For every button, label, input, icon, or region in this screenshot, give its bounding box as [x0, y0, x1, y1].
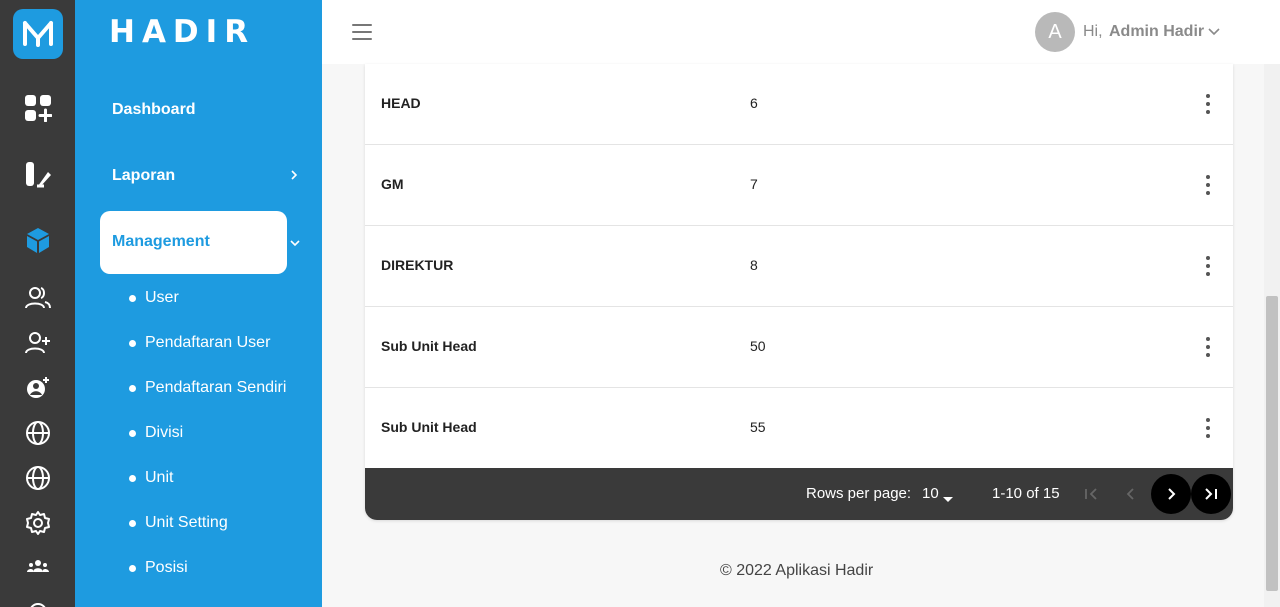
icon-rail	[0, 0, 75, 607]
table-row: Sub Unit Head 55	[365, 388, 1233, 469]
table-card: HEAD 6 GM 7 DIREKTUR 8 Sub Unit Head 50 …	[365, 64, 1233, 520]
hamburger-menu-icon[interactable]	[352, 24, 372, 40]
caret-down-icon[interactable]	[943, 490, 953, 507]
management-cube-icon[interactable]	[22, 224, 54, 256]
rows-per-page-label: Rows per page:	[806, 485, 912, 502]
bullet-icon	[129, 294, 136, 302]
more-vertical-icon[interactable]	[1197, 92, 1219, 116]
extra-icon[interactable]	[22, 596, 54, 607]
submenu-label: User	[145, 289, 179, 306]
menu-item-management[interactable]: Management	[100, 211, 287, 274]
user-circle-add-icon[interactable]	[22, 372, 54, 404]
bullet-icon	[129, 429, 136, 437]
gear-icon[interactable]	[22, 507, 54, 539]
menu-item-dashboard[interactable]: Dashboard	[112, 101, 196, 119]
cell-name: HEAD	[381, 95, 421, 111]
next-page-icon[interactable]	[1151, 474, 1191, 514]
brand-name: HADIR	[109, 14, 256, 50]
submenu-item-pendaftaran-sendiri[interactable]: Pendaftaran Sendiri	[129, 379, 286, 397]
chevron-down-icon[interactable]	[1207, 22, 1221, 44]
bullet-icon	[129, 519, 136, 527]
greeting-text: Hi,	[1083, 23, 1103, 40]
user-add-icon[interactable]	[22, 327, 54, 359]
submenu-label: Divisi	[145, 424, 184, 441]
user-name[interactable]: Admin Hadir	[1109, 23, 1204, 41]
submenu-label: Posisi	[145, 559, 188, 576]
last-page-icon[interactable]	[1191, 474, 1231, 514]
submenu-label: Pendaftaran User	[145, 334, 271, 351]
more-vertical-icon[interactable]	[1197, 416, 1219, 440]
globe-alt-icon[interactable]	[22, 462, 54, 494]
sidebar-menu: HADIR Dashboard Laporan Management User …	[75, 0, 322, 607]
submenu-label: Unit	[145, 469, 174, 486]
scrollbar-thumb[interactable]	[1266, 296, 1278, 591]
pagination-range: 1-10 of 15	[992, 485, 1060, 502]
cell-value: 55	[750, 419, 766, 435]
cell-name: Sub Unit Head	[381, 338, 477, 354]
submenu-item-unit[interactable]: Unit	[129, 469, 173, 487]
submenu-label: Pendaftaran Sendiri	[145, 379, 287, 396]
more-vertical-icon[interactable]	[1197, 173, 1219, 197]
cell-name: Sub Unit Head	[381, 419, 477, 435]
bullet-icon	[129, 339, 136, 347]
cell-value: 6	[750, 95, 758, 111]
submenu-item-divisi[interactable]: Divisi	[129, 424, 183, 442]
table-row: Sub Unit Head 50	[365, 307, 1233, 388]
rows-per-page-select[interactable]: 10	[922, 485, 939, 502]
submenu-item-user[interactable]: User	[129, 289, 179, 307]
menu-item-laporan[interactable]: Laporan	[112, 167, 175, 185]
pagination-bar: Rows per page: 10 1-10 of 15	[365, 468, 1233, 520]
cell-value: 50	[750, 338, 766, 354]
submenu-item-pendaftaran-user[interactable]: Pendaftaran User	[129, 334, 270, 352]
cell-value: 8	[750, 257, 758, 273]
chevron-down-icon	[289, 236, 301, 252]
menu-item-management-label: Management	[112, 233, 210, 250]
bullet-icon	[129, 474, 136, 482]
avatar[interactable]: A	[1035, 12, 1075, 52]
bullet-icon	[129, 384, 136, 392]
top-header: A Hi, Admin Hadir	[322, 0, 1280, 64]
dashboard-icon[interactable]	[22, 92, 54, 124]
more-vertical-icon[interactable]	[1197, 254, 1219, 278]
submenu-item-unit-setting[interactable]: Unit Setting	[129, 514, 228, 532]
previous-page-icon[interactable]	[1111, 474, 1151, 514]
submenu-item-posisi[interactable]: Posisi	[129, 559, 188, 577]
report-icon[interactable]	[22, 158, 54, 190]
footer-copyright: © 2022 Aplikasi Hadir	[720, 562, 874, 579]
users-icon[interactable]	[22, 282, 54, 314]
team-icon[interactable]	[22, 550, 54, 582]
globe-icon[interactable]	[22, 417, 54, 449]
chevron-right-icon	[289, 168, 299, 186]
cell-name: DIREKTUR	[381, 257, 454, 273]
cell-value: 7	[750, 176, 758, 192]
bullet-icon	[129, 564, 136, 572]
cell-name: GM	[381, 176, 404, 192]
table-row: HEAD 6	[365, 64, 1233, 145]
submenu-label: Unit Setting	[145, 514, 228, 531]
first-page-icon[interactable]	[1071, 474, 1111, 514]
table-row: GM 7	[365, 145, 1233, 226]
table-row: DIREKTUR 8	[365, 226, 1233, 307]
more-vertical-icon[interactable]	[1197, 335, 1219, 359]
app-logo-icon[interactable]	[13, 9, 63, 59]
